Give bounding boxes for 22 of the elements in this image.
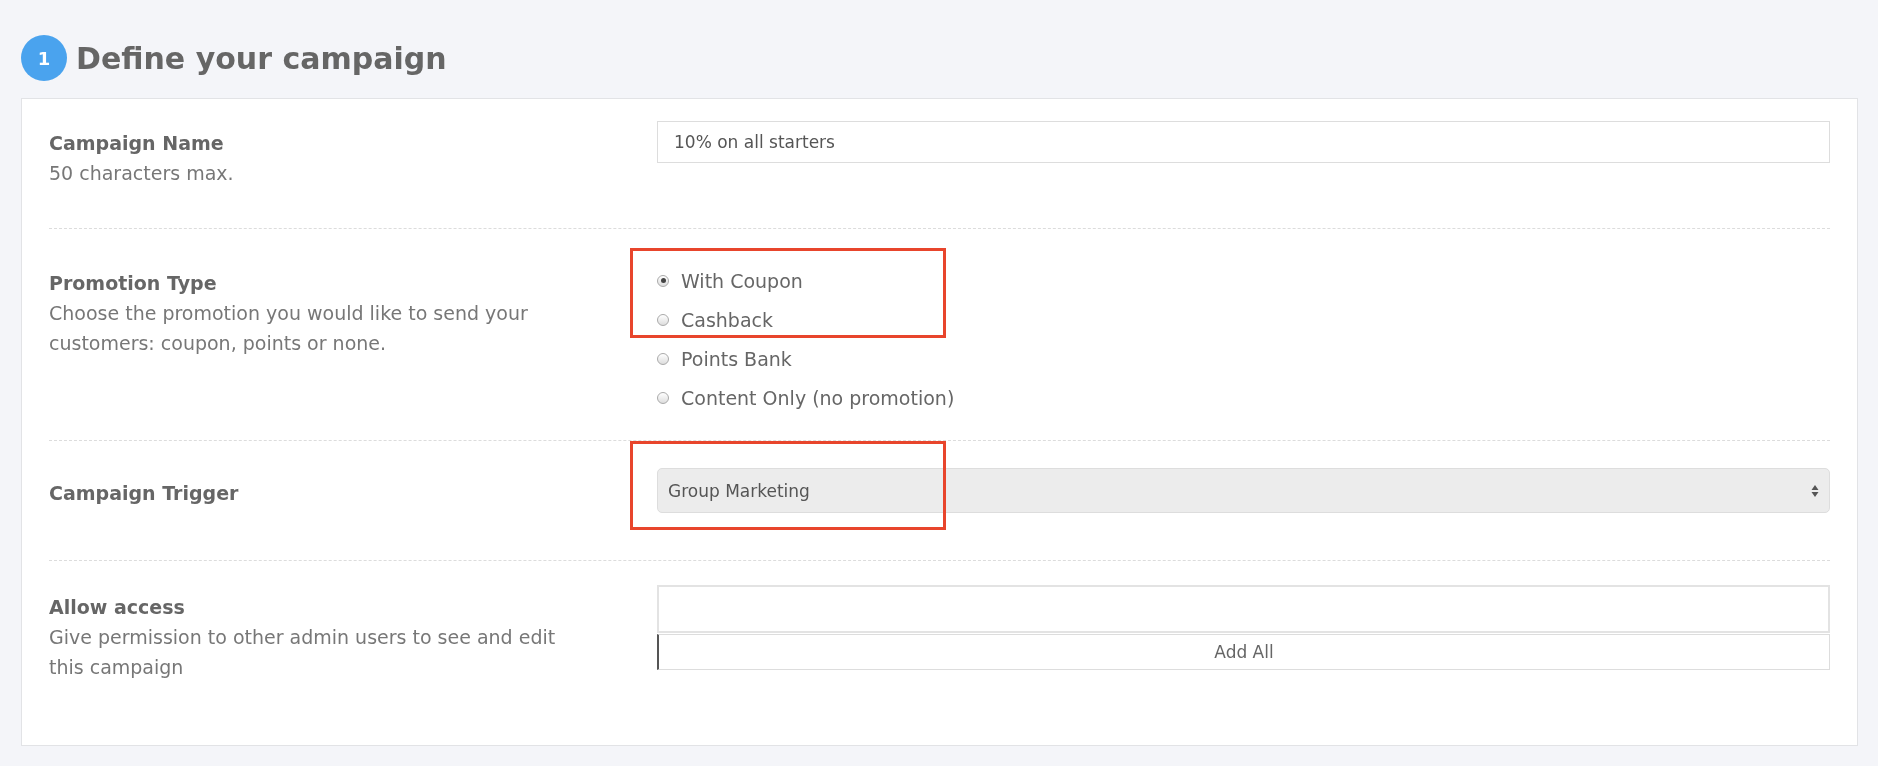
radio-button[interactable] [657,313,669,326]
field-hint: Choose the promotion you would like to send your customers: coupon, points or none. [49,301,529,356]
radio-label[interactable]: Cashback [681,308,773,331]
field-label: Campaign Name [49,131,225,156]
add-all-button[interactable]: Add All [657,634,1830,670]
field-label: Allow access [49,595,186,620]
field-hint: 50 characters max. [49,161,235,186]
radio-button[interactable] [657,352,669,365]
radio-button[interactable] [657,274,669,287]
dropdown-arrows-icon [1811,483,1819,498]
radio-label[interactable]: Content Only (no promotion) [681,386,955,409]
users-input[interactable] [657,585,1830,633]
radio-label[interactable]: With Coupon [681,269,803,292]
radio-button[interactable] [657,391,669,404]
field-label: Promotion Type [49,271,218,296]
field-label: Campaign Trigger [49,481,240,506]
campaign-name-input[interactable]: 10% on all starters [657,121,1830,163]
radio-label[interactable]: Points Bank [681,347,792,370]
field-hint: Give permission to other admin users to see and edit this campaign [49,625,557,680]
step-number-badge: 1 [21,35,67,81]
section-title: Define your campaign [76,40,447,76]
trigger-dropdown[interactable]: Group Marketing [657,468,1830,513]
